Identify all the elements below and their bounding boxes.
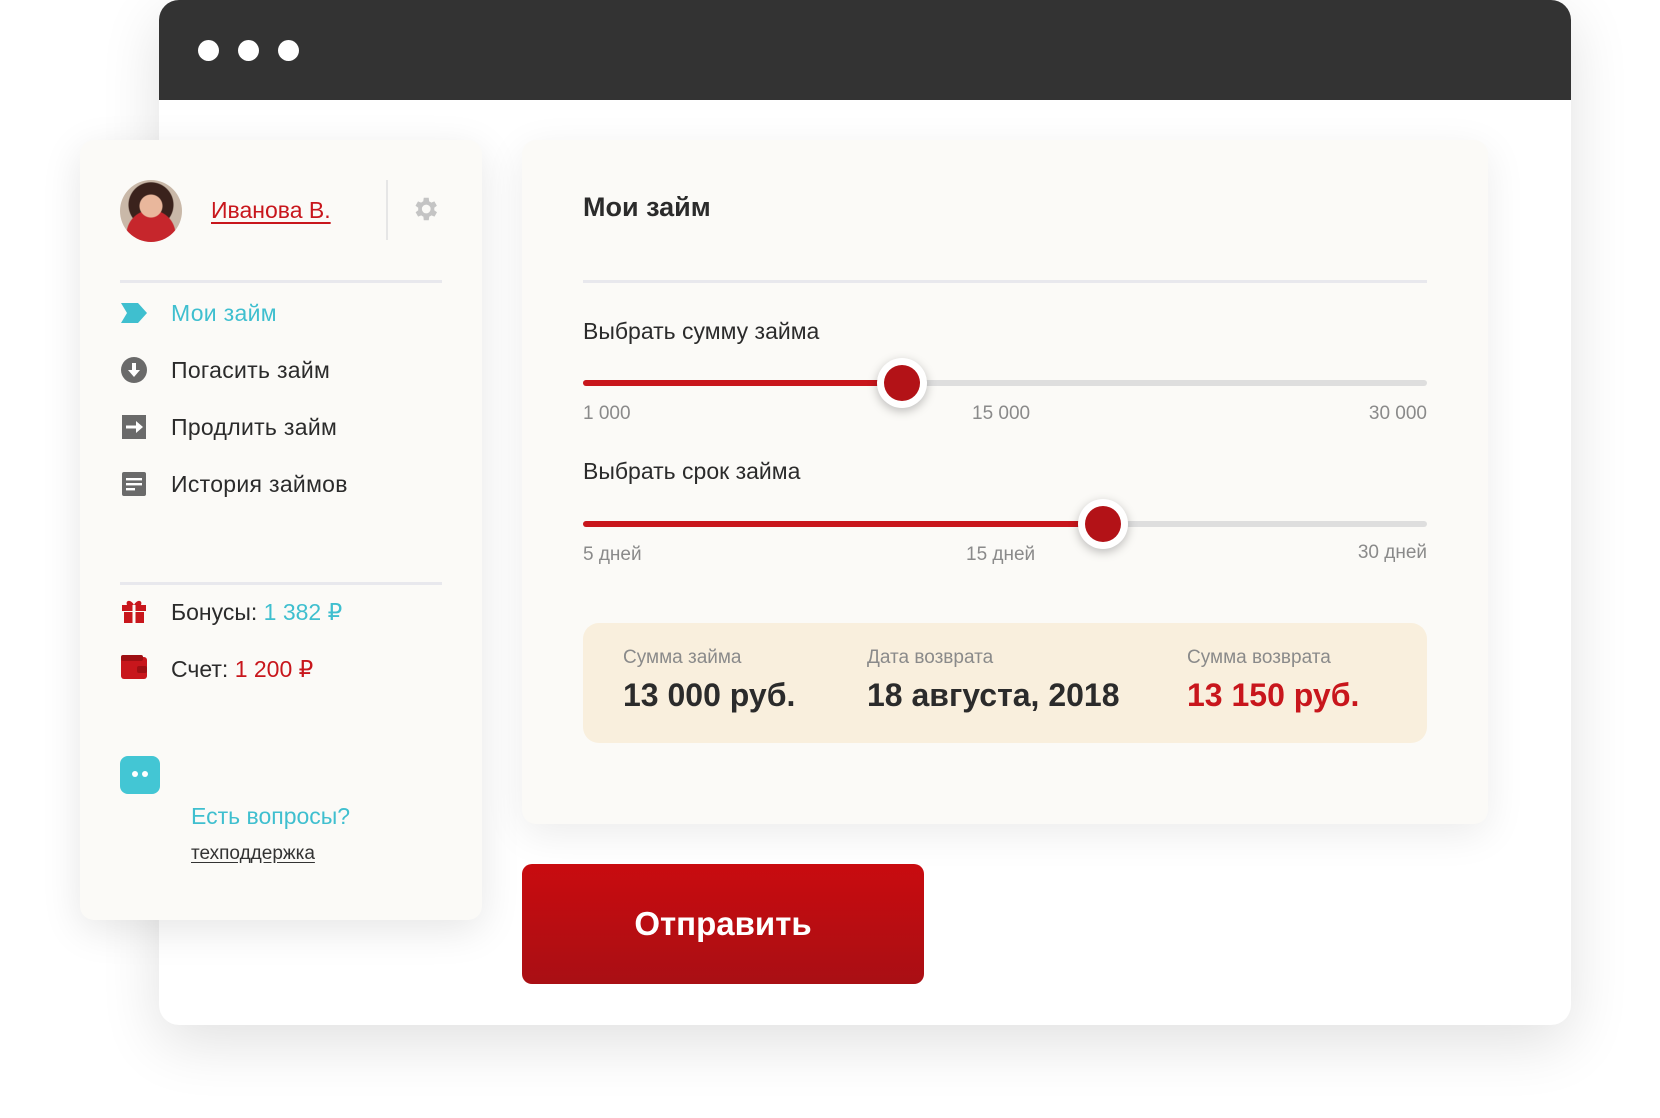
sidebar-item-my-loans[interactable]: Мои займ [120, 295, 450, 331]
bonuses-text: Бонусы: 1 382 ₽ [171, 599, 342, 626]
divider [386, 180, 388, 240]
summary-value: 13 150 руб. [1187, 677, 1360, 713]
sidebar-item-label: Мои займ [171, 299, 277, 326]
divider [120, 582, 442, 585]
sidebar-card: Иванова В. Мои займ Погасить займ Продли… [80, 140, 482, 920]
summary-date: Дата возврата 18 августа, 2018 [867, 647, 1120, 714]
submit-button[interactable]: Отправить [522, 864, 924, 984]
gear-icon[interactable] [410, 194, 440, 224]
slider-fill [583, 521, 1103, 527]
account-row: Счет: 1 200 ₽ [120, 652, 450, 686]
summary-value: 18 августа, 2018 [867, 677, 1120, 713]
slider-fill [583, 380, 903, 386]
summary-return: Сумма возврата 13 150 руб. [1187, 647, 1359, 714]
slider-mid-label: 15 дней [966, 544, 1036, 565]
term-slider-label: Выбрать срок займа [583, 458, 801, 484]
slider-thumb[interactable] [877, 358, 928, 408]
support-link[interactable]: техподдержка [191, 843, 315, 865]
account-label: Счет: [171, 655, 229, 682]
slider-thumb[interactable] [1077, 499, 1128, 549]
wallet-icon [120, 654, 148, 685]
summary-value: 13 000 руб. [623, 677, 796, 713]
list-icon [120, 470, 148, 498]
summary-caption: Дата возврата [867, 647, 994, 668]
slider-mid-label: 15 000 [972, 403, 1031, 424]
summary-caption: Сумма займа [623, 647, 742, 668]
chat-icon[interactable] [120, 756, 160, 794]
amount-slider[interactable] [583, 358, 1427, 408]
window-dot-icon [238, 40, 259, 61]
avatar[interactable] [120, 180, 182, 242]
slider-min-label: 1 000 [583, 403, 631, 424]
window-titlebar [159, 0, 1571, 100]
sidebar-item-loan-history[interactable]: История займов [120, 466, 450, 502]
summary-caption: Сумма возврата [1187, 647, 1331, 668]
window-dot-icon [278, 40, 299, 61]
help-question: Есть вопросы? [191, 803, 351, 829]
slider-max-label: 30 дней [1357, 542, 1427, 563]
window-dot-icon [198, 40, 219, 61]
divider [583, 280, 1427, 283]
arrow-tag-icon [120, 299, 148, 327]
bonuses-label: Бонусы: [171, 598, 258, 625]
user-name-link[interactable]: Иванова В. [211, 197, 331, 224]
sidebar-item-label: История займов [171, 470, 348, 497]
sidebar-item-label: Погасить займ [171, 356, 331, 383]
gift-icon [120, 596, 148, 629]
summary-amount: Сумма займа 13 000 руб. [623, 647, 795, 714]
amount-slider-label: Выбрать сумму займа [583, 318, 820, 344]
account-value: 1 200 ₽ [234, 655, 314, 682]
download-circle-icon [120, 356, 148, 384]
account-text: Счет: 1 200 ₽ [171, 656, 313, 683]
loan-summary: Сумма займа 13 000 руб. Дата возврата 18… [583, 623, 1427, 743]
sidebar-item-label: Продлить займ [171, 413, 338, 440]
loan-card: Мои займ Выбрать сумму займа 1 000 15 00… [522, 140, 1488, 824]
sidebar-item-extend-loan[interactable]: Продлить займ [120, 409, 450, 445]
slider-max-label: 30 000 [1368, 403, 1427, 424]
arrow-box-icon [120, 413, 148, 441]
sidebar-item-repay-loan[interactable]: Погасить займ [120, 352, 450, 388]
bonuses-row: Бонусы: 1 382 ₽ [120, 595, 450, 629]
slider-min-label: 5 дней [583, 544, 642, 565]
page-title: Мои займ [583, 192, 711, 222]
bonuses-value: 1 382 ₽ [263, 598, 343, 625]
term-slider[interactable] [583, 499, 1427, 549]
divider [120, 280, 442, 283]
